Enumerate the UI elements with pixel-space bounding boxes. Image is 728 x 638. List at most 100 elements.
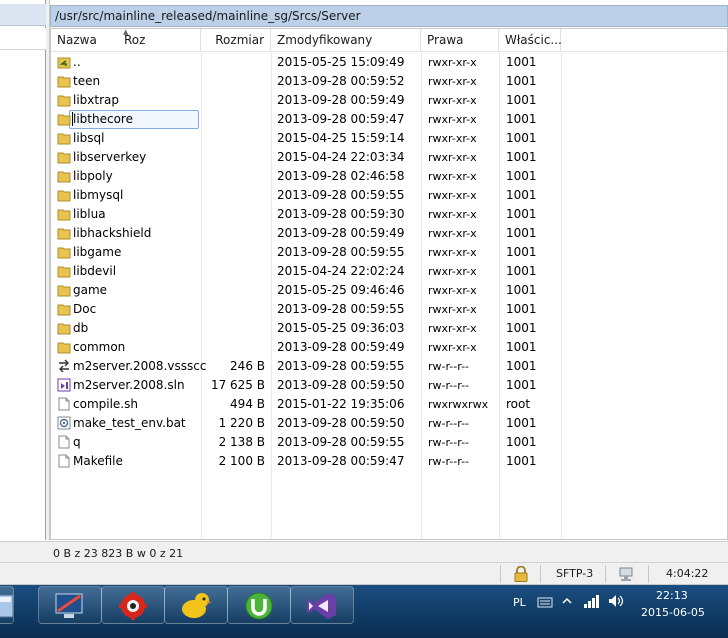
file-rights: rwxr-xr-x (428, 322, 477, 335)
file-owner: 1001 (506, 302, 537, 316)
file-row[interactable]: m2server.2008.vssscc 246 B 2013-09-28 00:5… (51, 357, 727, 376)
file-rights: rwxr-xr-x (428, 227, 477, 240)
file-modified: 2013-09-28 00:59:55 (277, 188, 405, 202)
taskbar-utorrent-button[interactable] (227, 586, 291, 624)
column-header-modified[interactable]: Zmodyfikowany (271, 29, 421, 51)
file-row[interactable]: libpoly 2013-09-28 02:46:58 rwxr-xr-x 1001 (51, 167, 727, 186)
taskbar-gear-app-button[interactable] (101, 586, 165, 624)
file-size: 2 138 B (218, 435, 265, 449)
file-owner: 1001 (506, 93, 537, 107)
duck-icon (182, 593, 212, 618)
folder-icon (57, 266, 71, 278)
folder-icon (57, 190, 71, 202)
file-name: m2server.2008.sln (73, 378, 185, 392)
folder-icon (57, 323, 71, 335)
file-name: liblua (73, 207, 106, 221)
folder-icon (57, 114, 71, 126)
file-modified: 2013-09-28 00:59:55 (277, 359, 405, 373)
file-row[interactable]: libthecore 2013-09-28 00:59:47 rwxr-xr-x 10… (51, 110, 727, 129)
file-name: m2server.2008.vssscc (73, 359, 207, 373)
file-row[interactable]: make_test_env.bat 1 220 B 2013-09-28 00:59… (51, 414, 727, 433)
file-modified: 2013-09-28 00:59:50 (277, 378, 405, 392)
status-divider (605, 565, 606, 583)
column-header-size[interactable]: Rozmiar (201, 29, 271, 51)
file-row[interactable]: game 2015-05-25 09:46:46 rwxr-xr-x 1001 (51, 281, 727, 300)
visual-studio-solution-icon (57, 378, 71, 392)
column-header-name[interactable]: Nazwa Roz ▲ (51, 28, 201, 51)
folder-icon (57, 133, 71, 145)
file-row[interactable]: teen 2013-09-28 00:59:52 rwxr-xr-x 1001 (51, 72, 727, 91)
taskbar-visual-studio-button[interactable] (290, 586, 354, 624)
file-row[interactable]: Doc 2013-09-28 00:59:55 rwxr-xr-x 1001 (51, 300, 727, 319)
file-owner: 1001 (506, 454, 537, 468)
file-row[interactable]: m2server.2008.sln 17 625 B 2013-09-28 00:5… (51, 376, 727, 395)
volume-icon[interactable] (607, 593, 625, 609)
file-owner: 1001 (506, 74, 537, 88)
calculator-icon (0, 594, 13, 618)
remote-path-bar[interactable]: /usr/src/mainline_released/mainline_sg/S… (50, 5, 728, 27)
file-owner: 1001 (506, 188, 537, 202)
file-name: libserverkey (73, 150, 147, 164)
taskbar-remote-desktop-button[interactable] (38, 586, 102, 624)
file-rights: rwxr-xr-x (428, 132, 477, 145)
file-modified: 2013-09-28 00:59:49 (277, 226, 405, 240)
network-signal-icon[interactable] (583, 593, 601, 609)
file-name: make_test_env.bat (73, 416, 186, 430)
clock-date[interactable]: 2015-06-05 (641, 606, 705, 619)
file-row[interactable]: libdevil 2015-04-24 22:02:24 rwxr-xr-x 1001 (51, 262, 727, 281)
file-name: common (73, 340, 126, 354)
remote-desktop-icon (55, 593, 83, 618)
file-row[interactable]: libgame 2013-09-28 00:59:55 rwxr-xr-x 1001 (51, 243, 727, 262)
file-owner: 1001 (506, 226, 537, 240)
folder-icon (57, 209, 71, 221)
local-column-header[interactable] (0, 28, 46, 50)
keyboard-icon[interactable] (537, 595, 553, 609)
local-path-bar[interactable] (0, 4, 46, 26)
file-modified: 2015-05-25 09:36:03 (277, 321, 405, 335)
remote-file-list[interactable]: Nazwa Roz ▲ Rozmiar Zmodyfikowany Prawa … (50, 28, 728, 540)
file-row[interactable]: common 2013-09-28 00:59:49 rwxr-xr-x 1001 (51, 338, 727, 357)
file-row[interactable]: q 2 138 B 2013-09-28 00:59:55 rw-r--r-- 1001 (51, 433, 727, 452)
file-rights: rwxr-xr-x (428, 208, 477, 221)
status-divider (540, 565, 541, 583)
file-rights: rw-r--r-- (428, 417, 470, 430)
clock-time[interactable]: 22:13 (656, 589, 688, 602)
blank-file-icon (58, 454, 70, 468)
file-row[interactable]: libserverkey 2015-04-24 22:03:34 rwxr-xr-x… (51, 148, 727, 167)
file-owner: 1001 (506, 340, 537, 354)
file-row[interactable]: libsql 2015-04-25 15:59:14 rwxr-xr-x 1001 (51, 129, 727, 148)
file-row[interactable]: .. 2015-05-25 15:09:49 rwxr-xr-x 1001 (51, 53, 727, 72)
show-hidden-icons-icon[interactable] (562, 597, 572, 605)
file-row[interactable]: libmysql 2013-09-28 00:59:55 rwxr-xr-x 1001 (51, 186, 727, 205)
status-bar-selection: 0 B z 23 823 B w 0 z 21 (0, 541, 728, 563)
file-row[interactable]: db 2015-05-25 09:36:03 rwxr-xr-x 1001 (51, 319, 727, 338)
file-modified: 2013-09-28 00:59:47 (277, 454, 405, 468)
winscp-window: /usr/src/mainline_released/mainline_sg/S… (0, 0, 728, 638)
file-size: 494 B (230, 397, 265, 411)
folder-icon (57, 342, 71, 354)
file-name: libhackshield (73, 226, 152, 240)
file-row[interactable]: libhackshield 2013-09-28 00:59:49 rwxr-xr-… (51, 224, 727, 243)
file-modified: 2013-09-28 00:59:55 (277, 435, 405, 449)
column-header-owner[interactable]: Właścic... (499, 29, 562, 51)
language-indicator[interactable]: PL (513, 596, 526, 609)
file-name: libmysql (73, 188, 124, 202)
file-name: teen (73, 74, 101, 88)
file-rights: rw-r--r-- (428, 379, 470, 392)
folder-icon (57, 247, 71, 259)
file-row[interactable]: liblua 2013-09-28 00:59:30 rwxr-xr-x 1001 (51, 205, 727, 224)
file-row[interactable]: Makefile 2 100 B 2013-09-28 00:59:47 rw-r--… (51, 452, 727, 471)
taskbar-calculator-button[interactable] (0, 586, 14, 624)
file-owner: 1001 (506, 245, 537, 259)
file-row[interactable]: libxtrap 2013-09-28 00:59:49 rwxr-xr-x 1001 (51, 91, 727, 110)
local-panel[interactable] (0, 0, 46, 540)
file-rights: rwxr-xr-x (428, 94, 477, 107)
folder-icon (57, 228, 71, 240)
column-header-rights[interactable]: Prawa (421, 29, 499, 51)
folder-icon (57, 304, 71, 316)
file-modified: 2013-09-28 00:59:52 (277, 74, 405, 88)
taskbar-duck-app-button[interactable] (164, 586, 228, 624)
file-row[interactable]: compile.sh 494 B 2015-01-22 19:35:06 rwxrwx… (51, 395, 727, 414)
session-time: 4:04:22 (666, 567, 709, 580)
lock-icon (514, 566, 528, 582)
